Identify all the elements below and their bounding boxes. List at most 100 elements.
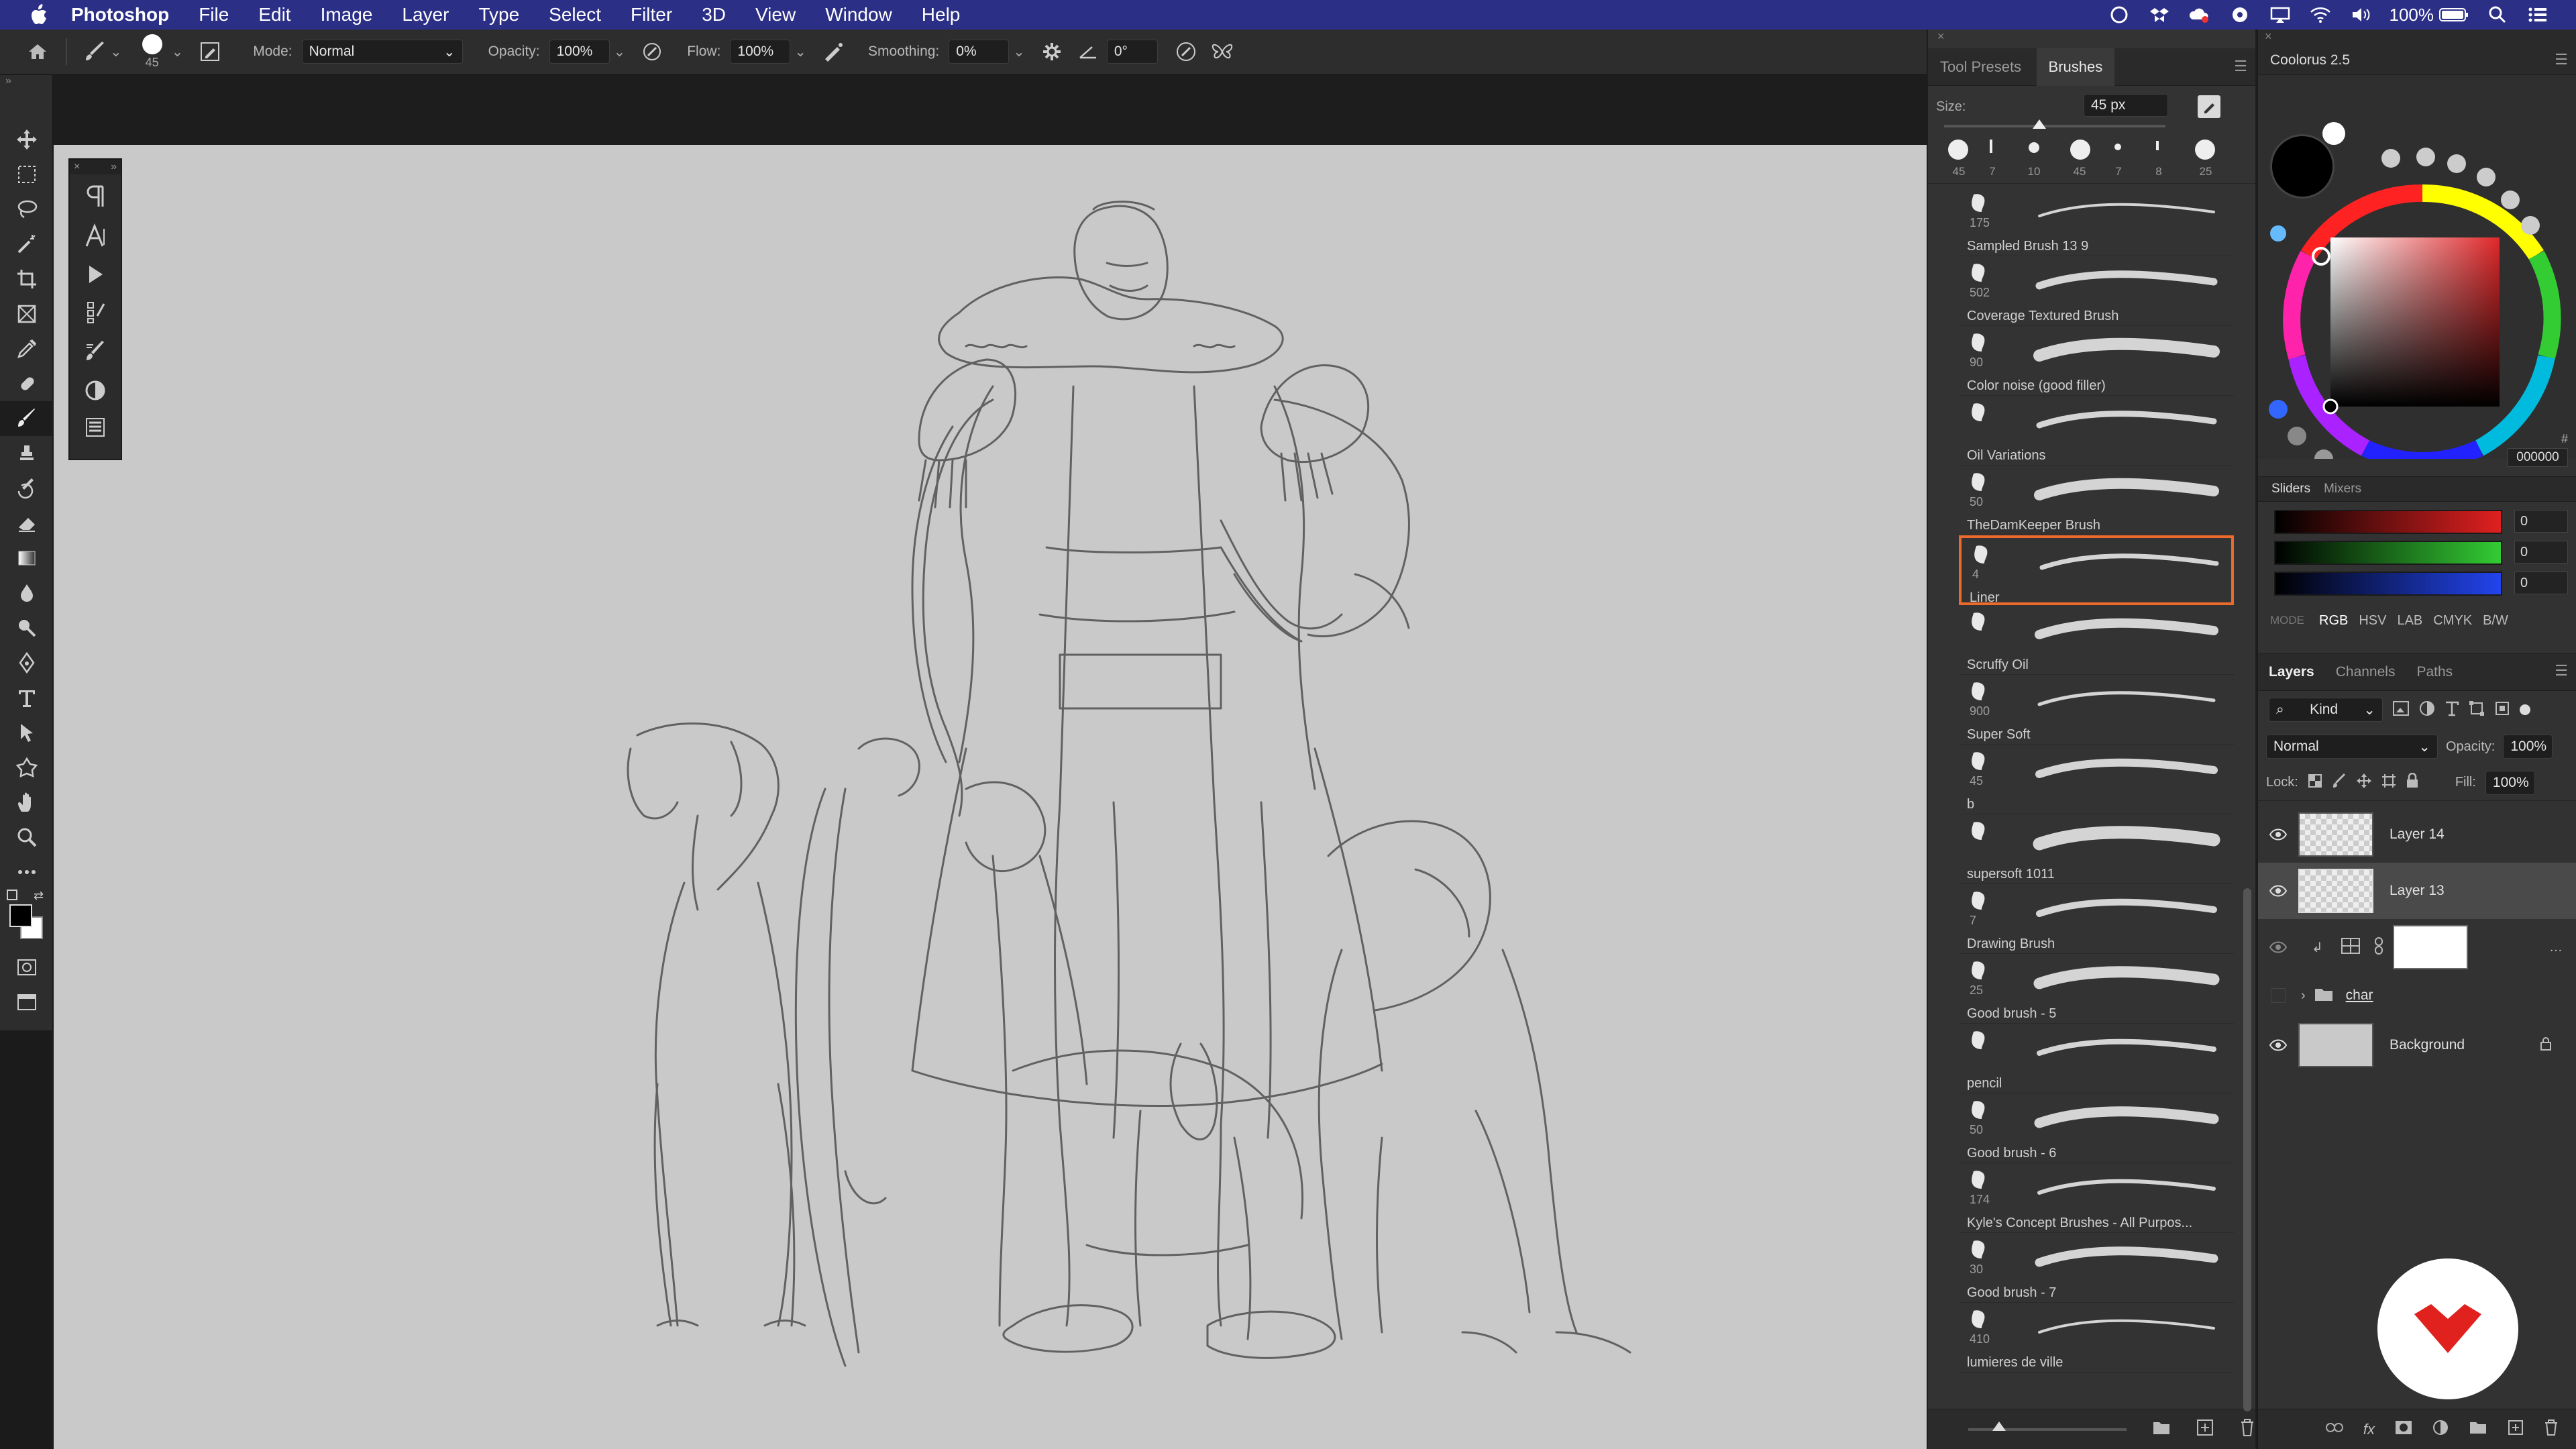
layer-row-background[interactable]: Background — [2258, 1017, 2576, 1073]
preset-dropdown-arrow[interactable]: ⌄ — [110, 44, 122, 60]
lock-transparent-icon[interactable] — [2308, 773, 2322, 792]
notification-center-icon[interactable] — [2526, 5, 2549, 24]
lock-all-icon[interactable] — [2406, 772, 2419, 792]
menu-window[interactable]: Window — [810, 0, 907, 30]
opacity-dropdown-arrow[interactable]: ⌄ — [614, 44, 626, 60]
menu-select[interactable]: Select — [534, 0, 616, 30]
group-name[interactable]: char — [2346, 987, 2373, 1004]
layer-row-layer-14[interactable]: Layer 14 — [2258, 806, 2576, 863]
creative-cloud-icon[interactable] — [2108, 5, 2131, 24]
menu-image[interactable]: Image — [306, 0, 388, 30]
green-value[interactable]: 0 — [2514, 541, 2568, 564]
path-selection-tool-icon[interactable] — [0, 715, 54, 750]
quick-mask-icon[interactable] — [0, 950, 54, 985]
brush-list-scrollbar[interactable] — [2243, 888, 2251, 1411]
chain-link-icon[interactable] — [2374, 936, 2383, 958]
menu-filter[interactable]: Filter — [616, 0, 687, 30]
wifi-icon[interactable] — [2309, 5, 2332, 24]
recent-brush-6[interactable] — [2156, 141, 2159, 150]
visibility-eye-icon[interactable] — [2258, 1017, 2298, 1073]
size-slider-track[interactable] — [1944, 119, 2165, 129]
pressure-opacity-icon[interactable] — [637, 37, 667, 66]
brush-preset-item[interactable]: 175 Sampled Brush 13 9 — [1959, 186, 2234, 256]
blue-slider[interactable] — [2274, 572, 2502, 596]
filter-adjustment-icon[interactable] — [2419, 700, 2435, 720]
lock-position-icon[interactable] — [2356, 773, 2372, 792]
brush-preset-item[interactable]: supersoft 1011 — [1959, 814, 2234, 884]
mode-rgb[interactable]: RGB — [2314, 613, 2353, 629]
pen-tool-icon[interactable] — [0, 645, 54, 680]
canvas[interactable] — [54, 145, 1927, 1449]
shape-tool-icon[interactable] — [0, 750, 54, 785]
foreground-background-colors[interactable]: ⇄ — [0, 890, 52, 950]
tab-brushes[interactable]: Brushes — [2036, 48, 2115, 86]
paragraph-icon[interactable] — [85, 184, 105, 213]
marquee-tool-icon[interactable] — [0, 157, 54, 192]
visibility-eye-icon[interactable] — [2258, 919, 2298, 975]
delete-layer-icon[interactable] — [2544, 1419, 2559, 1440]
hex-input[interactable]: 000000 — [2508, 448, 2568, 467]
home-icon[interactable] — [23, 37, 52, 66]
lasso-tool-icon[interactable] — [0, 192, 54, 227]
close-panel-icon[interactable]: × — [1928, 30, 2255, 48]
recent-brush-2[interactable] — [1990, 140, 1992, 153]
brush-preset-item[interactable]: 90 Color noise (good filler) — [1959, 326, 2234, 396]
visibility-eye-icon[interactable] — [2258, 806, 2298, 863]
recent-brush-7[interactable] — [2195, 140, 2215, 160]
layer-style-fx-icon[interactable]: fx — [2363, 1421, 2375, 1438]
menu-3d[interactable]: 3D — [687, 0, 741, 30]
brush-preset-item[interactable]: 7 Drawing Brush — [1959, 884, 2234, 954]
smoothing-settings-gear-icon[interactable] — [1037, 37, 1067, 66]
new-adjustment-layer-icon[interactable] — [2432, 1419, 2449, 1439]
color-wheel[interactable] — [2258, 75, 2576, 459]
size-slider-thumb[interactable] — [2032, 119, 2046, 129]
filter-toggle[interactable] — [2520, 704, 2530, 715]
tab-layers[interactable]: Layers — [2258, 664, 2325, 680]
spotlight-search-icon[interactable] — [2486, 5, 2509, 24]
recent-brush-3[interactable] — [2029, 142, 2039, 153]
green-slider[interactable] — [2274, 541, 2502, 565]
layer-opacity-input[interactable]: 100% — [2503, 735, 2553, 759]
color-wheel-area[interactable]: # 000000 — [2258, 75, 2576, 467]
visibility-toggle-empty[interactable] — [2258, 977, 2298, 1014]
create-new-brush-icon[interactable] — [2198, 95, 2220, 118]
lock-pixels-icon[interactable] — [2332, 773, 2347, 792]
fill-input[interactable]: 100% — [2485, 770, 2535, 795]
smoothing-dropdown-arrow[interactable]: ⌄ — [1013, 44, 1025, 60]
menu-type[interactable]: Type — [464, 0, 534, 30]
airbrush-icon[interactable] — [818, 37, 848, 66]
brush-preset-item[interactable]: 30 Good brush - 7 — [1959, 1233, 2234, 1303]
menu-view[interactable]: View — [741, 0, 810, 30]
recent-brush-5[interactable] — [2114, 144, 2121, 150]
menu-layer[interactable]: Layer — [387, 0, 464, 30]
move-tool-icon[interactable] — [0, 122, 54, 157]
brush-preset-item[interactable]: 174 Kyle's Concept Brushes - All Purpos..… — [1959, 1163, 2234, 1233]
panel-menu-icon[interactable]: ☰ — [2555, 662, 2568, 680]
tab-sliders[interactable]: Sliders — [2265, 482, 2317, 496]
healing-brush-tool-icon[interactable] — [0, 366, 54, 401]
mode-lab[interactable]: LAB — [2392, 613, 2428, 629]
brush-settings-icon[interactable] — [84, 300, 107, 329]
layer-row-adjustment[interactable]: ↲ … — [2258, 919, 2576, 975]
recent-brush-1[interactable] — [1948, 140, 1968, 160]
close-dock-icon[interactable]: × — [2258, 30, 2576, 48]
filter-pixel-icon[interactable] — [2392, 700, 2410, 720]
brush-tool-preset-icon[interactable] — [80, 37, 110, 66]
app-name-menu[interactable]: Photoshop — [56, 0, 184, 30]
delete-brush-icon[interactable] — [2239, 1418, 2255, 1440]
screen-mode-icon[interactable] — [0, 985, 54, 1020]
brush-preset-item[interactable]: 25 Good brush - 5 — [1959, 954, 2234, 1024]
dropbox-icon[interactable] — [2148, 5, 2171, 24]
brush-preset-item[interactable]: pencil — [1959, 1024, 2234, 1093]
tab-paths[interactable]: Paths — [2406, 664, 2463, 680]
mode-bw[interactable]: B/W — [2477, 613, 2514, 629]
link-layers-icon[interactable] — [2325, 1422, 2343, 1436]
brushes-panel-icon[interactable] — [84, 339, 107, 368]
brush-preset-item[interactable]: 900 Super Soft — [1959, 675, 2234, 745]
menu-edit[interactable]: Edit — [244, 0, 305, 30]
red-value[interactable]: 0 — [2514, 510, 2568, 533]
zoom-tool-icon[interactable] — [0, 820, 54, 855]
mode-hsv[interactable]: HSV — [2353, 613, 2392, 629]
filter-smart-object-icon[interactable] — [2494, 700, 2510, 720]
layer-group-char[interactable]: › char — [2258, 977, 2576, 1014]
